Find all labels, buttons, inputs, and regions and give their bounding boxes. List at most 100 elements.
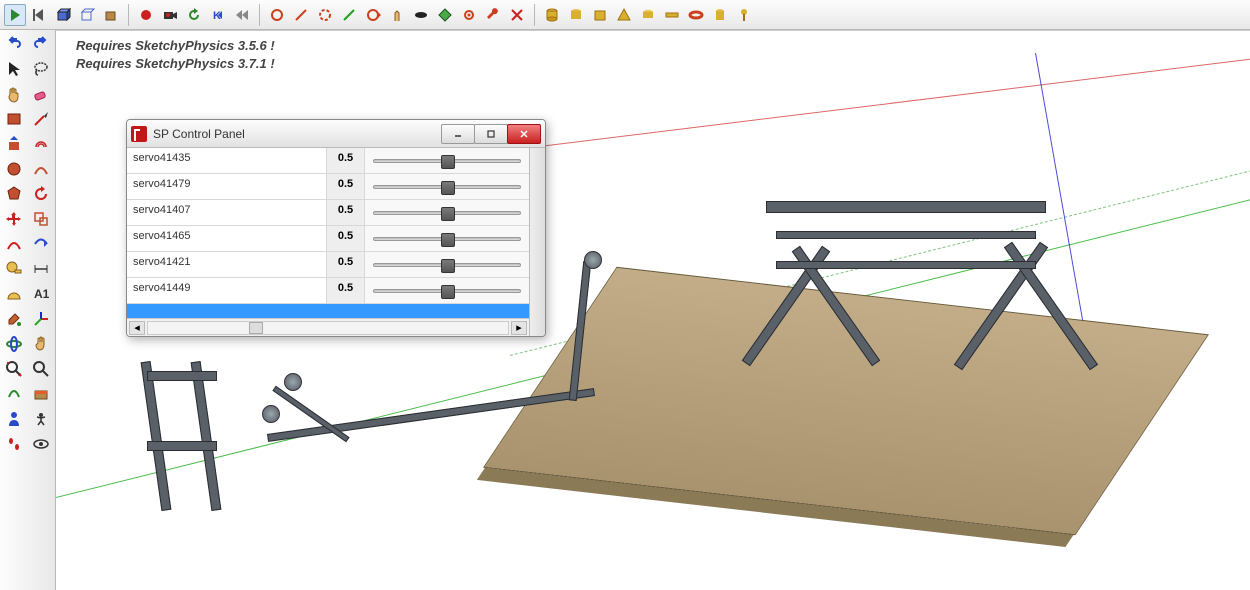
polygon-icon[interactable] [2, 182, 26, 206]
servo-name[interactable]: servo41435 [127, 148, 327, 173]
pushpull-icon[interactable] [2, 132, 26, 156]
servo-row: servo41407 0.5 [127, 200, 529, 226]
shape-cylinder-icon[interactable] [541, 4, 563, 26]
look-icon[interactable] [29, 407, 53, 431]
svg-text:A1: A1 [34, 287, 50, 301]
servo-value[interactable]: 0.5 [327, 148, 365, 173]
servo-name[interactable]: servo41407 [127, 200, 327, 225]
section-icon[interactable] [29, 382, 53, 406]
servo-value[interactable]: 0.5 [327, 252, 365, 277]
joint-pointer-icon[interactable] [386, 4, 408, 26]
camera-icon[interactable] [159, 4, 181, 26]
cube-wire-icon[interactable] [76, 4, 98, 26]
servo-value[interactable]: 0.5 [327, 200, 365, 225]
arc-red-icon[interactable] [2, 232, 26, 256]
servo-row: servo41421 0.5 [127, 252, 529, 278]
orbit-icon[interactable] [2, 332, 26, 356]
servo-slider[interactable] [365, 278, 529, 303]
offset-icon[interactable] [29, 132, 53, 156]
cube-blue-icon[interactable] [52, 4, 74, 26]
sp-panel-titlebar[interactable]: SP Control Panel [127, 120, 545, 148]
lasso-icon[interactable] [29, 57, 53, 81]
followme-icon[interactable] [29, 232, 53, 256]
move-icon[interactable] [2, 207, 26, 231]
minimize-button[interactable] [441, 124, 475, 144]
joint-gear-icon[interactable] [458, 4, 480, 26]
record-icon[interactable] [135, 4, 157, 26]
pan-icon[interactable] [29, 332, 53, 356]
select-icon[interactable] [2, 57, 26, 81]
rectangle-icon[interactable] [2, 107, 26, 131]
shape-torus-icon[interactable] [685, 4, 707, 26]
servo-row: servo41449 0.5 [127, 278, 529, 304]
scroll-left-icon[interactable]: ◂ [129, 321, 145, 335]
shape-cylinder4-icon[interactable] [709, 4, 731, 26]
rewind-button[interactable] [28, 4, 50, 26]
axes-icon[interactable] [29, 307, 53, 331]
scroll-right-icon[interactable]: ▸ [511, 321, 527, 335]
line-icon[interactable] [29, 107, 53, 131]
rotate-icon[interactable] [29, 182, 53, 206]
servo-slider[interactable] [365, 226, 529, 251]
servo-slider[interactable] [365, 200, 529, 225]
maximize-button[interactable] [474, 124, 508, 144]
shape-cone-icon[interactable] [613, 4, 635, 26]
model-frame-part [266, 321, 636, 491]
left-toolbar-col2: A1 [28, 30, 56, 590]
sp-panel-title: SP Control Panel [153, 127, 436, 141]
paint-icon[interactable] [2, 307, 26, 331]
shape-cylinder3-icon[interactable] [637, 4, 659, 26]
servo-value[interactable]: 0.5 [327, 174, 365, 199]
horizontal-scrollbar[interactable]: ◂ ▸ [127, 318, 529, 336]
shape-pin-icon[interactable] [733, 4, 755, 26]
tape-icon[interactable] [2, 257, 26, 281]
zoom-icon[interactable] [29, 357, 53, 381]
joint-line-icon[interactable] [290, 4, 312, 26]
joint-line2-icon[interactable] [338, 4, 360, 26]
protractor-icon[interactable] [2, 282, 26, 306]
close-button[interactable] [507, 124, 541, 144]
hand-icon[interactable] [2, 82, 26, 106]
eye-icon[interactable] [29, 432, 53, 456]
servo-name[interactable]: servo41479 [127, 174, 327, 199]
vertical-scrollbar[interactable] [529, 148, 545, 336]
rewind2-icon[interactable] [231, 4, 253, 26]
shape-cylinder2-icon[interactable] [565, 4, 587, 26]
scale-icon[interactable] [29, 207, 53, 231]
circle-icon[interactable] [2, 157, 26, 181]
servo-slider[interactable] [365, 174, 529, 199]
text-icon[interactable]: A1 [29, 282, 53, 306]
servo-slider[interactable] [365, 252, 529, 277]
joint-wrench-icon[interactable] [482, 4, 504, 26]
joint-refresh-icon[interactable] [362, 4, 384, 26]
servo-name[interactable]: servo41465 [127, 226, 327, 251]
soften-icon[interactable] [2, 382, 26, 406]
servo-row: servo41435 0.5 [127, 148, 529, 174]
zoom-extents-icon[interactable] [2, 357, 26, 381]
servo-name[interactable]: servo41421 [127, 252, 327, 277]
redo-icon[interactable] [29, 32, 53, 56]
refresh-green-icon[interactable] [183, 4, 205, 26]
servo-slider[interactable] [365, 148, 529, 173]
arc-icon[interactable] [29, 157, 53, 181]
dimension-icon[interactable] [29, 257, 53, 281]
joint-cross-icon[interactable] [506, 4, 528, 26]
box-brown-icon[interactable] [100, 4, 122, 26]
undo-icon[interactable] [2, 32, 26, 56]
joint-diamond-icon[interactable] [434, 4, 456, 26]
shape-box-icon[interactable] [589, 4, 611, 26]
servo-name[interactable]: servo41449 [127, 278, 327, 303]
shape-slab-icon[interactable] [661, 4, 683, 26]
eraser-icon[interactable] [29, 82, 53, 106]
joint-ring-icon[interactable] [314, 4, 336, 26]
3d-viewport[interactable]: Requires SketchyPhysics 3.5.6 ! Requires… [56, 30, 1250, 590]
person-icon[interactable] [2, 407, 26, 431]
keyframe-prev-icon[interactable]: K [207, 4, 229, 26]
play-button[interactable] [4, 4, 26, 26]
servo-value[interactable]: 0.5 [327, 226, 365, 251]
footprints-icon[interactable] [2, 432, 26, 456]
joint-circle-icon[interactable] [266, 4, 288, 26]
joint-ellipse-icon[interactable] [410, 4, 432, 26]
sp-control-panel[interactable]: SP Control Panel servo41435 0.5 servo414… [126, 119, 546, 337]
servo-value[interactable]: 0.5 [327, 278, 365, 303]
